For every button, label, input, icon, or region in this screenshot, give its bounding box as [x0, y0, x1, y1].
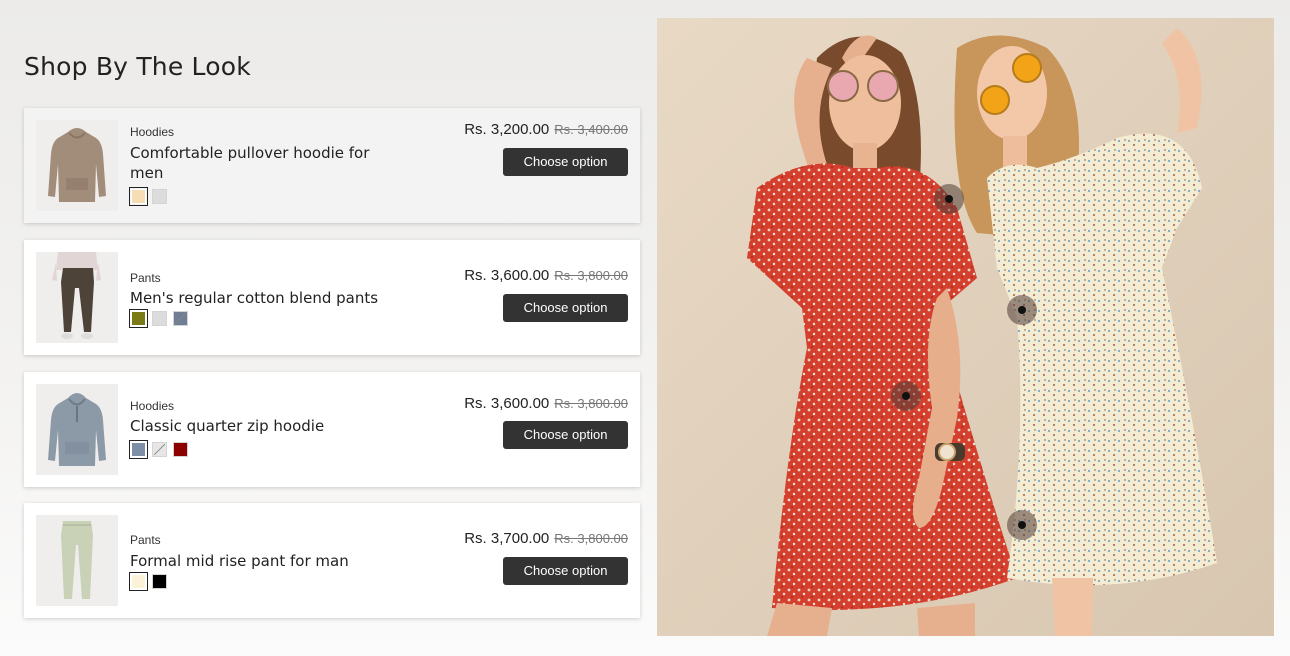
- zip-hoodie-icon: [36, 384, 118, 475]
- choose-option-button[interactable]: Choose option: [503, 148, 628, 176]
- color-swatch[interactable]: [129, 309, 148, 328]
- section-title: Shop By The Look: [24, 52, 251, 81]
- color-swatch[interactable]: [173, 311, 188, 326]
- choose-option-button[interactable]: Choose option: [503, 294, 628, 322]
- compare-price: Rs. 3,800.00: [554, 268, 628, 283]
- price-block: Rs. 3,700.00 Rs. 3,800.00: [464, 530, 628, 547]
- color-swatch[interactable]: [173, 442, 188, 457]
- sale-price: Rs. 3,600.00: [464, 267, 550, 284]
- color-swatch[interactable]: [129, 440, 148, 459]
- hotspot-marker[interactable]: [891, 381, 921, 411]
- sale-price: Rs. 3,700.00: [464, 530, 550, 547]
- product-name[interactable]: Comfortable pullover hoodie for men: [130, 143, 400, 183]
- choose-option-button[interactable]: Choose option: [503, 421, 628, 449]
- product-image[interactable]: [36, 515, 118, 606]
- price-block: Rs. 3,200.00 Rs. 3,400.00: [464, 121, 628, 138]
- compare-price: Rs. 3,800.00: [554, 531, 628, 546]
- lookbook-photo: [657, 18, 1274, 636]
- product-category: Hoodies: [130, 125, 175, 139]
- color-swatch[interactable]: [152, 574, 167, 589]
- compare-price: Rs. 3,400.00: [554, 122, 628, 137]
- color-swatches: [129, 572, 167, 591]
- color-swatches: [129, 440, 188, 459]
- product-image[interactable]: [36, 120, 118, 211]
- color-swatches: [129, 187, 167, 206]
- product-card[interactable]: Hoodies Comfortable pullover hoodie for …: [24, 108, 640, 223]
- product-image[interactable]: [36, 384, 118, 475]
- pants-icon: [36, 515, 118, 606]
- product-category: Pants: [130, 271, 161, 285]
- price-block: Rs. 3,600.00 Rs. 3,800.00: [464, 267, 628, 284]
- product-name[interactable]: Men's regular cotton blend pants: [130, 288, 400, 308]
- compare-price: Rs. 3,800.00: [554, 396, 628, 411]
- color-swatch[interactable]: [152, 442, 167, 457]
- product-image[interactable]: [36, 252, 118, 343]
- color-swatch[interactable]: [129, 572, 148, 591]
- hotspot-marker[interactable]: [1007, 295, 1037, 325]
- product-name[interactable]: Classic quarter zip hoodie: [130, 416, 400, 436]
- color-swatch[interactable]: [152, 311, 167, 326]
- color-swatch[interactable]: [152, 189, 167, 204]
- product-category: Hoodies: [130, 399, 175, 413]
- sale-price: Rs. 3,200.00: [464, 121, 550, 138]
- sale-price: Rs. 3,600.00: [464, 395, 550, 412]
- choose-option-button[interactable]: Choose option: [503, 557, 628, 585]
- product-card[interactable]: Pants Men's regular cotton blend pants R…: [24, 240, 640, 355]
- product-name[interactable]: Formal mid rise pant for man: [130, 551, 400, 571]
- pants-model-icon: [36, 252, 118, 343]
- price-block: Rs. 3,600.00 Rs. 3,800.00: [464, 395, 628, 412]
- product-card[interactable]: Hoodies Classic quarter zip hoodie Rs. 3…: [24, 372, 640, 487]
- color-swatches: [129, 309, 188, 328]
- hoodie-icon: [36, 120, 118, 211]
- product-category: Pants: [130, 533, 161, 547]
- hotspot-marker[interactable]: [934, 184, 964, 214]
- product-card[interactable]: Pants Formal mid rise pant for man Rs. 3…: [24, 503, 640, 618]
- hotspot-marker[interactable]: [1007, 510, 1037, 540]
- lookbook-image: [657, 18, 1274, 636]
- color-swatch[interactable]: [129, 187, 148, 206]
